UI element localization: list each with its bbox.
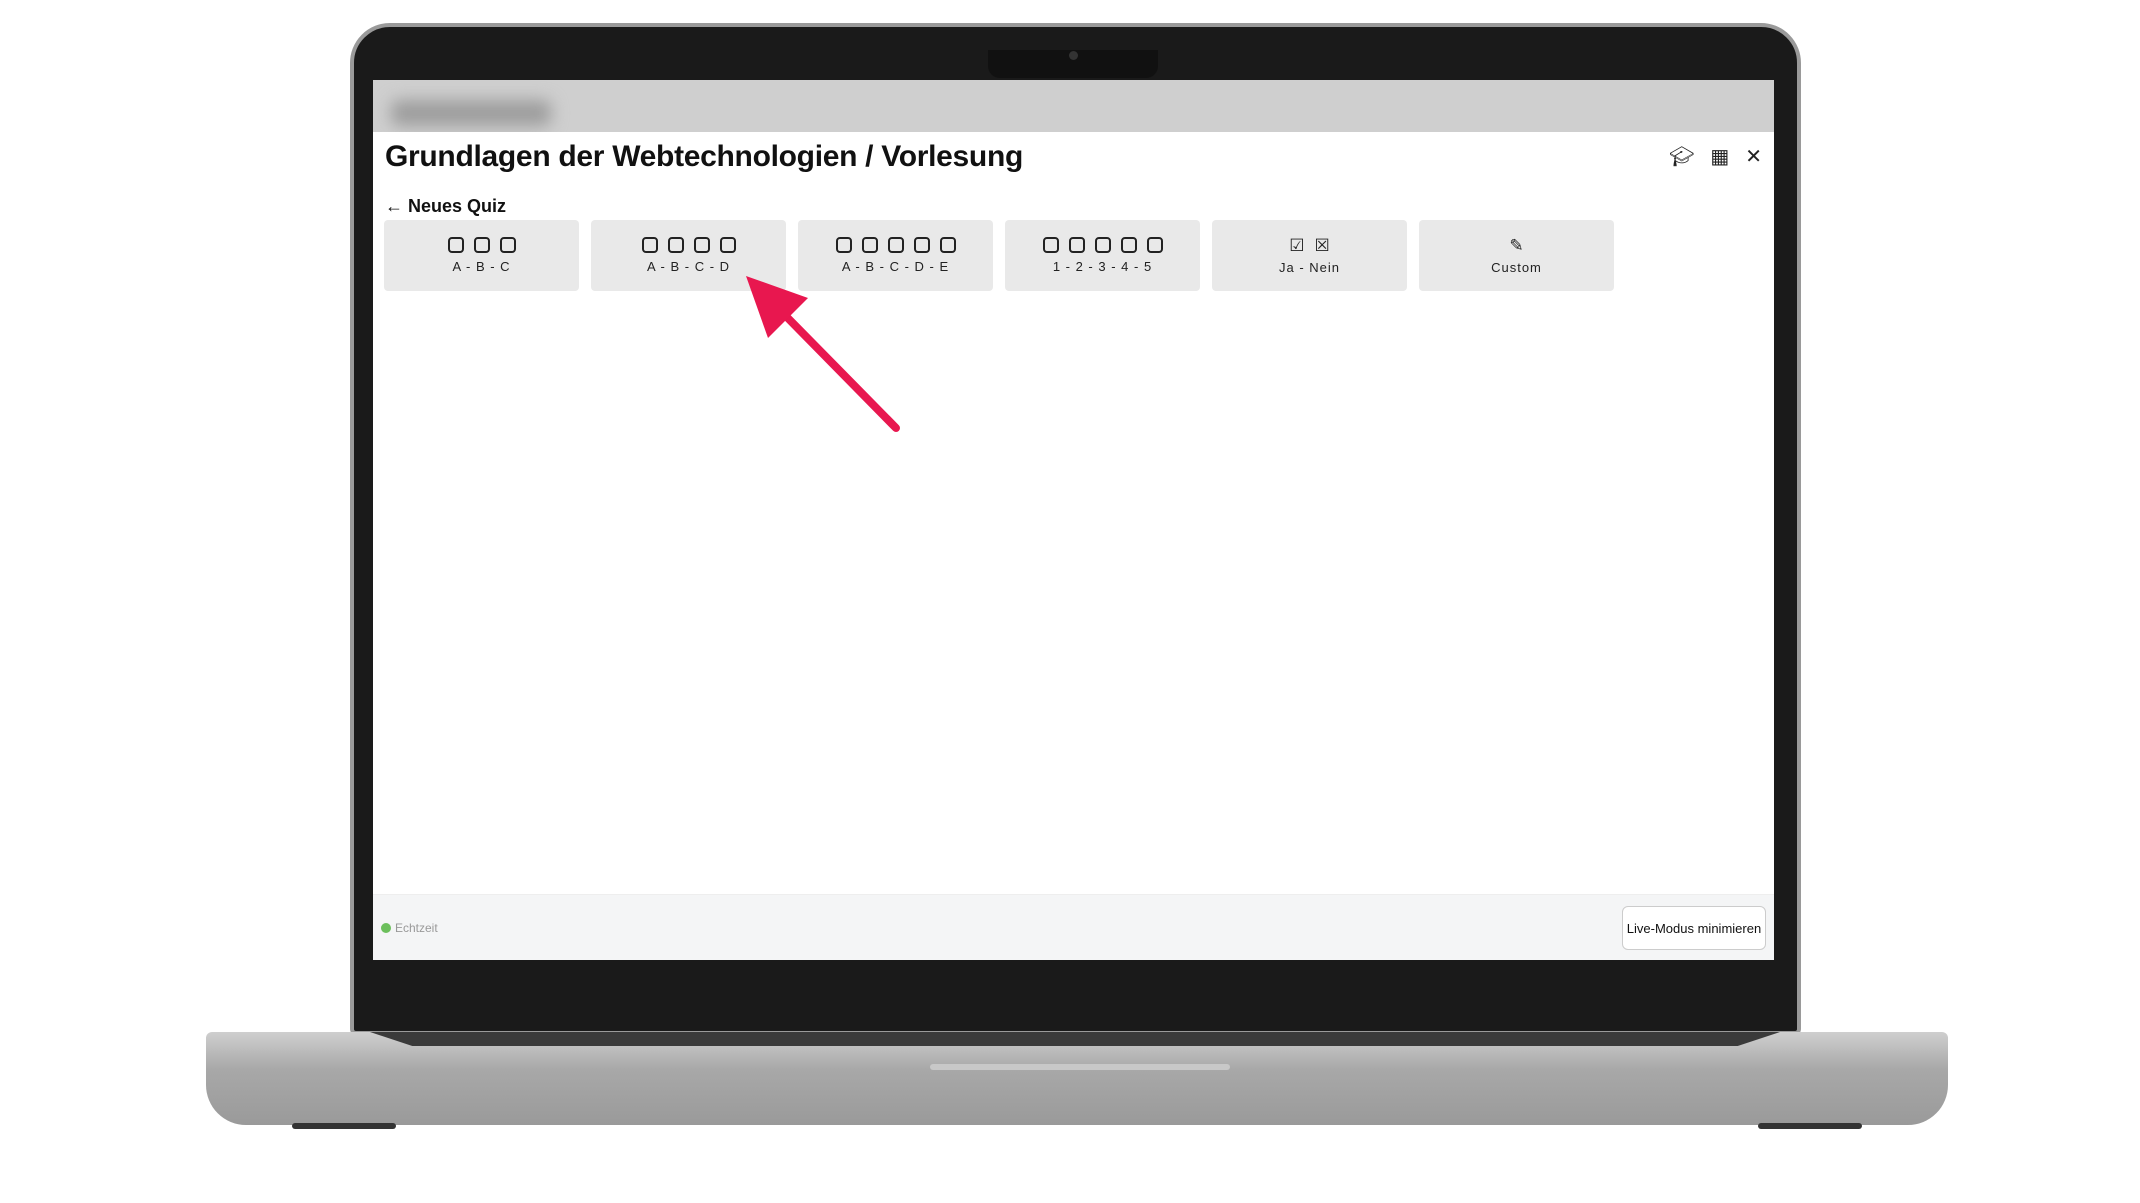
annotation-arrow (746, 276, 900, 432)
arrow-shaft (771, 301, 900, 432)
